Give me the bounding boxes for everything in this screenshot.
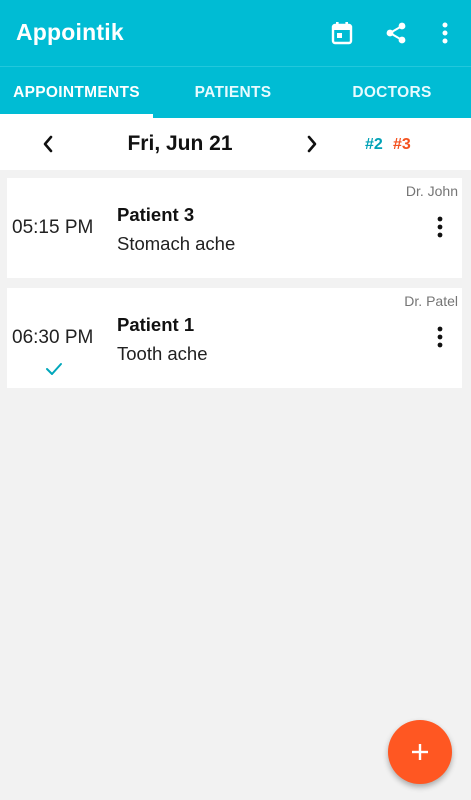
appointment-time: 06:30 PM: [12, 327, 94, 348]
doctor-name: Dr. Patel: [404, 293, 458, 309]
patient-name: Patient 1: [117, 314, 195, 335]
app-title: Appointik: [16, 19, 124, 45]
appointment-count-badge: #2: [365, 136, 383, 153]
doctor-name: Dr. John: [405, 183, 458, 199]
appointment-card[interactable]: Dr. Patel 06:30 PM Patient 1 Tooth ache: [7, 288, 462, 388]
next-day-button[interactable]: [300, 131, 324, 157]
appointment-card[interactable]: Dr. John 05:15 PM Patient 3 Stomach ache: [7, 178, 462, 278]
appointment-time: 05:15 PM: [12, 217, 94, 238]
patient-name: Patient 3: [117, 204, 195, 225]
date-navigation-bar: Fri, Jun 21 #2 #3: [0, 118, 471, 170]
current-date[interactable]: Fri, Jun 21: [100, 132, 260, 156]
appointment-reason: Tooth ache: [117, 343, 208, 364]
tab-doctors[interactable]: DOCTORS: [313, 67, 471, 119]
chevron-left-icon: [43, 135, 53, 153]
tab-patients[interactable]: PATIENTS: [153, 67, 313, 119]
check-icon: [44, 361, 64, 377]
calendar-icon[interactable]: [329, 20, 355, 46]
appointment-reason: Stomach ache: [117, 233, 236, 254]
appointment-count-badge: #3: [393, 136, 411, 153]
add-appointment-button[interactable]: [388, 720, 452, 784]
tab-bar: APPOINTMENTS PATIENTS DOCTORS: [0, 66, 471, 119]
chevron-right-icon: [307, 135, 317, 153]
share-icon[interactable]: [383, 20, 409, 46]
more-vert-icon[interactable]: [430, 325, 450, 349]
app-bar: Appointik APPOINTMENTS PATIENTS DOCTORS: [0, 0, 471, 119]
tab-appointments[interactable]: APPOINTMENTS: [0, 67, 153, 119]
more-vert-icon[interactable]: [430, 215, 450, 239]
more-vert-icon[interactable]: [432, 20, 458, 46]
previous-day-button[interactable]: [36, 131, 60, 157]
plus-icon: [412, 744, 428, 760]
